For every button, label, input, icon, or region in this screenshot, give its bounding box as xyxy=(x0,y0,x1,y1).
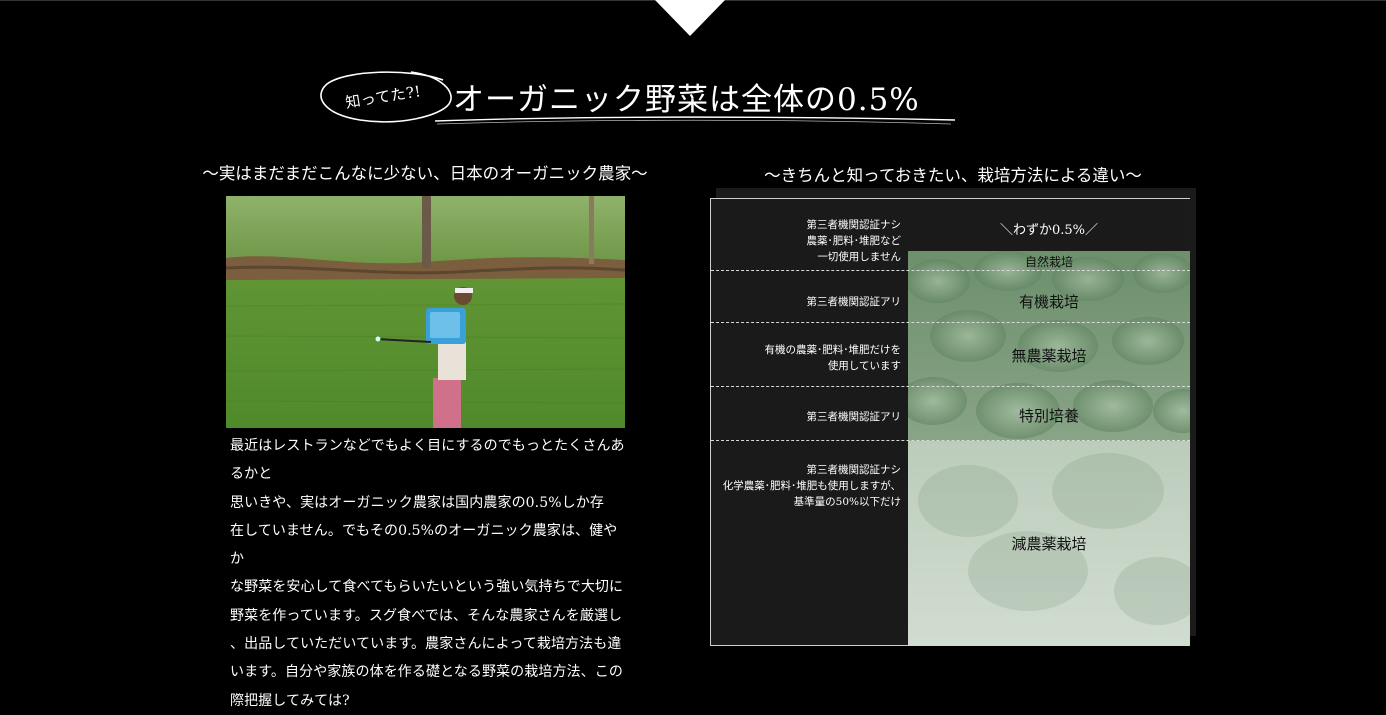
paragraph-line: 最近はレストランなどでもよく目にするのでもっとたくさんあるかと xyxy=(230,438,625,483)
farmer-spraying-photo xyxy=(226,196,625,428)
section-heading: 知ってた?! オーガニック野菜は全体の0.5% xyxy=(315,64,965,130)
row-description: 第三者機関認証アリ xyxy=(806,411,902,423)
share-banner-label: ＼わずか0.5%／ xyxy=(999,223,1099,238)
paragraph-line: 、出品していただいています。農家さんによって栽培方法も違 xyxy=(230,636,622,653)
row-description: 第三者機関認証アリ xyxy=(806,296,902,308)
row-divider xyxy=(711,440,1190,441)
method-pesticide-free: 無農薬栽培 xyxy=(1011,347,1087,365)
down-arrow-icon xyxy=(655,0,725,36)
paragraph-line: 思いきや、実はオーガニック農家は国内農家の0.5%しか存 xyxy=(230,494,604,511)
method-special-cultivation: 特別培養 xyxy=(1018,407,1079,425)
intro-paragraph: 最近はレストランなどでもよく目にするのでもっとたくさんあるかと 思いきや、実はオ… xyxy=(230,432,625,715)
share-banner: ＼わずか0.5%／ xyxy=(908,199,1190,251)
row-divider xyxy=(711,322,1190,323)
row-description: 有機の農薬･肥料･堆肥だけを 使用しています xyxy=(764,344,902,372)
row-divider xyxy=(711,386,1190,387)
paragraph-line: 在していません。でもその0.5%のオーガニック農家は、健やか xyxy=(230,522,618,568)
row-description: 第三者機関認証ナシ 化学農薬･肥料･堆肥も使用しますが、 基準量の50%以下だけ xyxy=(722,464,901,508)
paragraph-line: 際把握してみては? xyxy=(230,692,350,709)
cultivation-methods-table: ＼わずか0.5%／ 第三者機関認証ナシ 農薬･肥料･堆肥など 一切使用しません … xyxy=(710,198,1190,646)
paragraph-line: 野菜を作っています。スグ食べでは、そんな農家さんを厳選し xyxy=(230,607,623,624)
method-reduced-pesticide: 減農薬栽培 xyxy=(1011,535,1087,553)
row-description: 第三者機関認証ナシ 農薬･肥料･堆肥など 一切使用しません xyxy=(806,219,902,263)
method-organic: 有機栽培 xyxy=(1018,293,1079,311)
row-divider xyxy=(711,270,1190,271)
paragraph-line: な野菜を安心して食べてもらいたいという強い気持ちで大切に xyxy=(230,579,624,596)
paragraph-line: います。自分や家族の体を作る礎となる野菜の栽培方法、この xyxy=(230,664,623,681)
left-subtitle: 〜実はまだまだこんなに少ない、日本のオーガニック農家〜 xyxy=(202,164,648,183)
right-subtitle: 〜きちんと知っておきたい、栽培方法による違い〜 xyxy=(764,166,1142,185)
page-title: オーガニック野菜は全体の0.5% xyxy=(453,82,920,118)
method-natural: 自然栽培 xyxy=(1024,255,1073,269)
